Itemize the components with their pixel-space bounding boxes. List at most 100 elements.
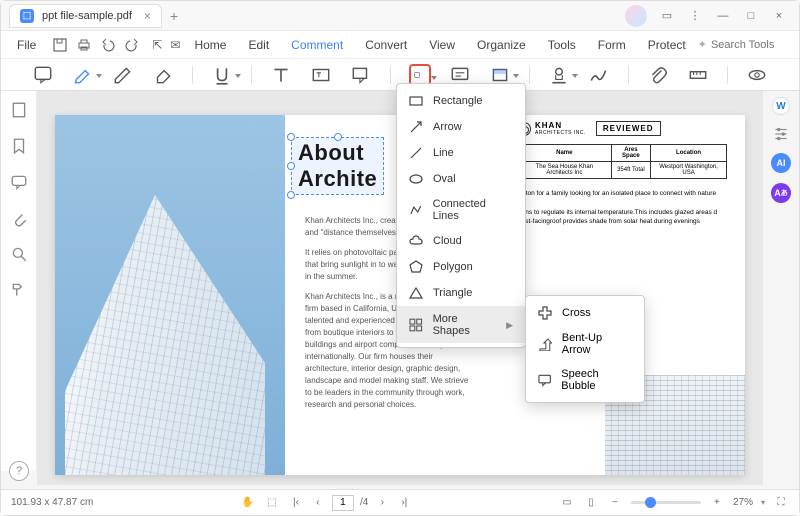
line-icon	[409, 146, 423, 160]
shape-bent-up-arrow[interactable]: Bent-Up Arrow	[526, 326, 644, 362]
maximize-button[interactable]: □	[739, 6, 763, 26]
close-tab-icon[interactable]: ×	[144, 9, 151, 23]
menu-tools[interactable]: Tools	[538, 34, 586, 56]
search-tools[interactable]: ✦ ☁ ˆ	[698, 37, 800, 53]
measure-tool-icon[interactable]	[687, 64, 709, 86]
shape-triangle[interactable]: Triangle	[397, 280, 525, 306]
undo-icon[interactable]	[100, 37, 116, 53]
new-tab-button[interactable]: +	[170, 8, 178, 24]
zoom-slider[interactable]	[631, 501, 701, 504]
note-tool-icon[interactable]	[32, 64, 54, 86]
continuous-view-icon[interactable]: ▭	[559, 495, 575, 511]
page-sidebar-column: KHAN ARCHITECTS INC. REVIEWED NameAres S…	[517, 121, 727, 226]
callout-tool-icon[interactable]	[350, 64, 372, 86]
bookmarks-icon[interactable]	[10, 137, 28, 155]
selection-handle[interactable]	[287, 133, 295, 141]
eraser-tool-icon[interactable]	[152, 64, 174, 86]
menu-convert[interactable]: Convert	[355, 34, 417, 56]
kebab-menu-icon[interactable]: ⋮	[683, 6, 707, 26]
cloud-shape-icon	[409, 234, 423, 248]
textbox-tool-icon[interactable]	[310, 64, 332, 86]
feedback-icon[interactable]: ▭	[655, 6, 679, 26]
signature-tool-icon[interactable]	[588, 64, 610, 86]
menu-form[interactable]: Form	[588, 34, 636, 56]
fullscreen-icon[interactable]: ⛶	[773, 495, 789, 511]
selection-handle[interactable]	[287, 191, 295, 199]
word-export-icon[interactable]: W	[772, 97, 790, 115]
cross-icon	[538, 306, 552, 320]
zoom-level: 27%	[733, 497, 753, 508]
menu-edit[interactable]: Edit	[238, 34, 279, 56]
shape-rectangle[interactable]: Rectangle	[397, 88, 525, 114]
titlebar: ⬚ ppt file-sample.pdf × + ▭ ⋮ — □ ×	[1, 1, 799, 31]
fields-panel-icon[interactable]	[10, 281, 28, 299]
selection-handle[interactable]	[334, 133, 342, 141]
zoom-out-icon[interactable]: −	[607, 495, 623, 511]
single-page-icon[interactable]: ▯	[583, 495, 599, 511]
pencil-tool-icon[interactable]	[112, 64, 134, 86]
shape-more-shapes[interactable]: More Shapes ▶	[397, 306, 525, 343]
upload-icon[interactable]: ⇱	[152, 37, 162, 53]
hide-comments-icon[interactable]	[746, 64, 768, 86]
user-avatar[interactable]	[625, 5, 647, 27]
ai-translate-icon[interactable]: Aあ	[771, 183, 791, 203]
file-menu[interactable]: File	[9, 34, 44, 56]
page-number-input[interactable]	[332, 495, 354, 511]
last-page-icon[interactable]: ›|	[396, 495, 412, 511]
ai-badge-icon[interactable]: AI	[771, 153, 791, 173]
arrow-icon	[409, 120, 423, 134]
underline-tool-icon[interactable]	[211, 64, 233, 86]
hand-tool-icon[interactable]: ✋	[240, 495, 256, 511]
highlight-tool-icon[interactable]	[72, 64, 94, 86]
shape-connected-lines[interactable]: Connected Lines	[397, 192, 525, 228]
menu-view[interactable]: View	[419, 34, 465, 56]
menu-comment[interactable]: Comment	[281, 34, 353, 56]
menu-protect[interactable]: Protect	[638, 34, 696, 56]
text-tool-icon[interactable]	[270, 64, 292, 86]
headline-text: About	[298, 140, 377, 166]
next-page-icon[interactable]: ›	[374, 495, 390, 511]
selection-handle[interactable]	[287, 162, 295, 170]
help-button[interactable]: ?	[9, 461, 29, 481]
comments-panel-icon[interactable]	[10, 173, 28, 191]
document-tab[interactable]: ⬚ ppt file-sample.pdf ×	[9, 4, 162, 28]
shape-speech-bubble[interactable]: Speech Bubble	[526, 362, 644, 398]
save-icon[interactable]	[52, 37, 68, 53]
close-window-button[interactable]: ×	[767, 6, 791, 26]
zoom-dropdown-icon[interactable]: ▾	[761, 498, 765, 507]
select-tool-icon[interactable]: ⬚	[264, 495, 280, 511]
share-icon[interactable]: ✉	[170, 37, 180, 53]
zoom-in-icon[interactable]: +	[709, 495, 725, 511]
shape-line[interactable]: Line	[397, 140, 525, 166]
attachment-tool-icon[interactable]	[647, 64, 669, 86]
print-icon[interactable]	[76, 37, 92, 53]
text-selection-box[interactable]: About Archite	[291, 137, 384, 195]
shape-oval[interactable]: Oval	[397, 166, 525, 192]
polygon-icon	[409, 260, 423, 274]
headline-text: Archite	[298, 166, 377, 192]
more-shapes-icon	[409, 318, 423, 332]
app-icon: ⬚	[20, 9, 34, 23]
shape-cross[interactable]: Cross	[526, 300, 644, 326]
stamp-tool-icon[interactable]	[548, 64, 570, 86]
menu-organize[interactable]: Organize	[467, 34, 536, 56]
search-panel-icon[interactable]	[10, 245, 28, 263]
search-tools-input[interactable]	[711, 39, 791, 51]
shape-cloud[interactable]: Cloud	[397, 228, 525, 254]
shape-arrow[interactable]: Arrow	[397, 114, 525, 140]
page-image-left	[55, 115, 285, 475]
info-table: NameAres SpaceLocation The Sea House Kha…	[517, 144, 727, 179]
shape-polygon[interactable]: Polygon	[397, 254, 525, 280]
triangle-icon	[409, 286, 423, 300]
minimize-button[interactable]: —	[711, 6, 735, 26]
shapes-dropdown: Rectangle Arrow Line Oval Connected Line…	[396, 83, 526, 348]
page-total: /4	[360, 497, 368, 508]
left-sidebar	[1, 91, 37, 471]
thumbnails-icon[interactable]	[10, 101, 28, 119]
settings-panel-icon[interactable]	[772, 125, 790, 143]
attachments-panel-icon[interactable]	[10, 209, 28, 227]
redo-icon[interactable]	[124, 37, 140, 53]
first-page-icon[interactable]: |‹	[288, 495, 304, 511]
prev-page-icon[interactable]: ‹	[310, 495, 326, 511]
menu-home[interactable]: Home	[184, 34, 236, 56]
